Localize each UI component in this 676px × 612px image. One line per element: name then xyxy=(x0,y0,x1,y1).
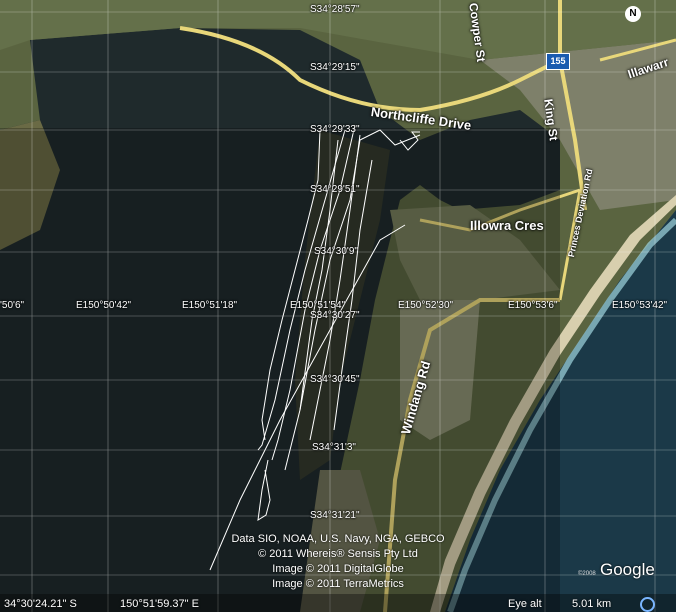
compass-north-icon[interactable]: N xyxy=(625,6,641,22)
lat-label-5: S34°30'9" xyxy=(314,246,358,257)
attribution-2: © 2011 Whereis® Sensis Pty Ltd xyxy=(258,548,418,560)
lon-label-3: E150°51'18" xyxy=(182,300,238,311)
lon-label-1: '50'6" xyxy=(0,300,25,311)
status-longitude: 150°51'59.37" E xyxy=(120,598,199,610)
lon-label-2: E150°50'42" xyxy=(76,300,132,311)
status-latitude: 34°30'24.21" S xyxy=(4,598,77,610)
map-view[interactable]: S34°28'57" S34°29'15" S34°29'33" S34°29'… xyxy=(0,0,676,612)
lon-label-6: E150°53'6" xyxy=(508,300,558,311)
lon-label-5: E150°52'30" xyxy=(398,300,454,311)
lat-label-8: S34°31'3" xyxy=(312,442,356,453)
eye-alt-label: Eye alt xyxy=(508,598,542,610)
attribution-1: Data SIO, NOAA, U.S. Navy, NGA, GEBCO xyxy=(231,533,445,545)
eye-alt-value: 5.01 km xyxy=(572,598,612,610)
attribution-4: Image © 2011 TerraMetrics xyxy=(272,578,404,590)
navigation-control-icon[interactable] xyxy=(640,597,655,612)
lon-label-7: E150°53'42" xyxy=(612,300,668,311)
lat-label-4: S34°29'51" xyxy=(310,184,360,195)
road-label-illowra: Illowra Cres xyxy=(470,218,544,233)
logo-copyright: ©2008 xyxy=(578,571,596,577)
lat-label-1: S34°28'57" xyxy=(310,4,360,15)
lat-label-9: S34°31'21" xyxy=(310,510,360,521)
google-logo: Google xyxy=(600,560,655,579)
route-155-shield: 155 xyxy=(546,53,570,70)
lat-label-3: S34°29'33" xyxy=(310,124,360,135)
attribution-3: Image © 2011 DigitalGlobe xyxy=(272,563,404,575)
lon-label-4: E150°51'54" xyxy=(290,300,346,311)
lat-label-7: S34°30'45" xyxy=(310,374,360,385)
lat-label-2: S34°29'15" xyxy=(310,62,360,73)
lat-label-6: S34°30'27" xyxy=(310,310,360,321)
